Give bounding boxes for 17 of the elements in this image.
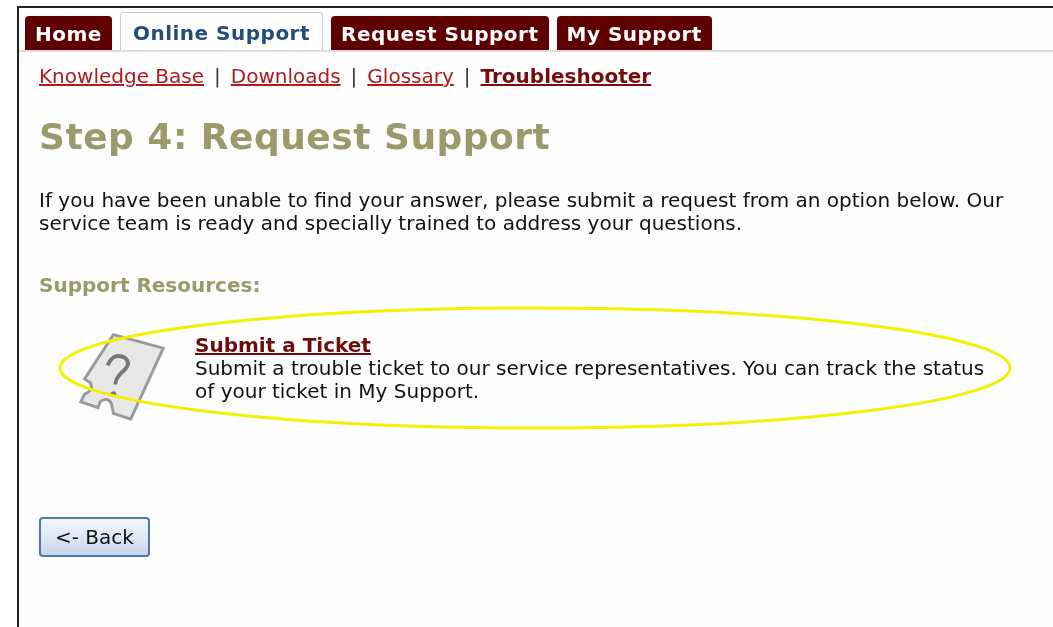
separator: |	[350, 64, 358, 88]
nav-tab[interactable]: Home	[25, 16, 112, 50]
separator: |	[214, 64, 221, 88]
subnav-link[interactable]: Knowledge Base	[39, 64, 204, 88]
nav-tab[interactable]: Online Support	[119, 12, 324, 50]
nav-tab[interactable]: My Support	[556, 16, 712, 50]
nav-tab[interactable]: Request Support	[331, 16, 549, 50]
ticket-link[interactable]: Submit a Ticket	[195, 333, 371, 357]
subnav-link[interactable]: Downloads	[230, 64, 341, 88]
subnav-link[interactable]: Troubleshooter	[480, 64, 652, 88]
back-button[interactable]: <- Back	[39, 517, 150, 557]
page-heading: Step 4: Request Support	[39, 116, 552, 157]
section-title: Support Resources:	[39, 273, 262, 297]
subnav-link[interactable]: Glossary	[367, 64, 454, 88]
intro-paragraph: If you have been unable to find your answer, please submit a request from an option below. Our service team is ready and specially trained to address your questions.	[39, 189, 1005, 235]
separator: |	[463, 64, 471, 88]
resource-description: Submit a trouble ticket to our service representatives. You can track the status of your ticket in My Support.	[195, 357, 986, 403]
